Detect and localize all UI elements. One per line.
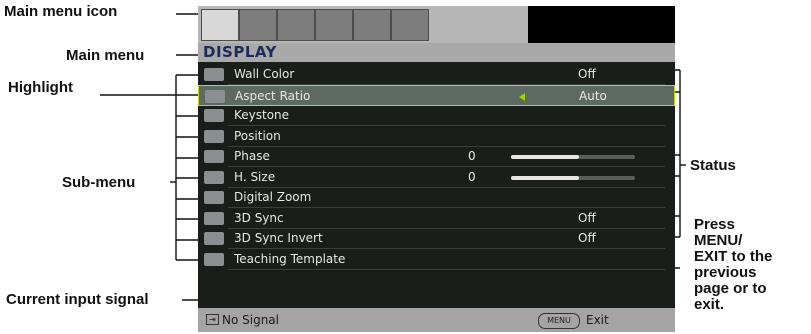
- menu-item-label: 3D Sync Invert: [234, 231, 323, 245]
- value-slider[interactable]: [511, 155, 635, 159]
- callout-line: exit.: [694, 296, 725, 313]
- tab-display-icon[interactable]: [201, 9, 239, 41]
- menu-item-label: Aspect Ratio: [235, 88, 311, 103]
- teaching-template-icon: [204, 252, 224, 266]
- callout-line: Press: [694, 216, 735, 233]
- menu-item-value: Auto: [579, 88, 607, 103]
- menu-item-label: Teaching Template: [234, 251, 346, 266]
- menu-item-teaching-template[interactable]: Teaching Template: [198, 249, 675, 270]
- callout-main-menu: Main menu: [66, 47, 145, 64]
- left-arrow-icon[interactable]: [519, 92, 525, 101]
- menu-panel: DISPLAY Wall Color Off Aspect Ratio Auto Key…: [198, 43, 675, 332]
- menu-item-digital-zoom[interactable]: Digital Zoom: [198, 187, 675, 208]
- menu-item-label: Phase: [234, 149, 270, 163]
- menu-item-label: Keystone: [234, 108, 290, 122]
- main-menu-tabs: [198, 6, 528, 43]
- phase-icon: [204, 150, 224, 163]
- status-bar: ⇥ No Signal MENU Exit: [198, 308, 675, 332]
- aspect-ratio-icon: [205, 89, 225, 103]
- menu-item-keystone[interactable]: Keystone: [198, 105, 675, 126]
- osd-menu: DISPLAY Wall Color Off Aspect Ratio Auto Key…: [198, 6, 675, 332]
- callout-line: MENU/: [694, 232, 743, 249]
- menu-item-phase[interactable]: Phase 0: [198, 146, 675, 167]
- callout-line: page or to: [694, 280, 767, 297]
- callout-sub-menu: Sub-menu: [62, 174, 136, 191]
- menu-item-value: Off: [578, 67, 596, 81]
- menu-item-number: 0: [468, 169, 476, 184]
- input-signal-icon: ⇥: [206, 314, 219, 325]
- menu-item-number: 0: [468, 149, 476, 163]
- wall-color-icon: [204, 68, 224, 81]
- value-slider[interactable]: [511, 175, 635, 180]
- tab-system-basic-icon[interactable]: [315, 9, 353, 41]
- callout-line: EXIT to the: [694, 248, 773, 265]
- callout-status: Status: [690, 157, 736, 174]
- h-size-icon: [204, 170, 224, 184]
- slider-fill: [511, 175, 580, 180]
- menu-item-label: Position: [234, 128, 281, 143]
- tab-source-icon[interactable]: [277, 9, 315, 41]
- callout-main-menu-icon: Main menu icon: [4, 3, 118, 20]
- menu-item-label: Digital Zoom: [234, 190, 312, 204]
- position-icon: [204, 129, 224, 143]
- menu-item-3d-sync[interactable]: 3D Sync Off: [198, 208, 675, 229]
- tab-information-icon[interactable]: [391, 9, 429, 41]
- menu-item-label: Wall Color: [234, 67, 295, 81]
- 3d-sync-invert-icon: [204, 232, 224, 245]
- tab-picture-icon[interactable]: [239, 9, 277, 41]
- row-divider: [228, 268, 665, 270]
- callout-current-input-signal: Current input signal: [6, 291, 149, 308]
- exit-label: Exit: [586, 313, 609, 327]
- menu-item-3d-sync-invert[interactable]: 3D Sync Invert Off: [198, 228, 675, 249]
- callout-line: previous: [694, 264, 757, 281]
- callout-press-menu-exit: Press MENU/ EXIT to the previous page or…: [694, 217, 772, 313]
- digital-zoom-icon: [204, 191, 224, 204]
- menu-item-h-size[interactable]: H. Size 0: [198, 167, 675, 188]
- 3d-sync-icon: [204, 211, 224, 225]
- menu-key[interactable]: MENU: [538, 313, 580, 329]
- slider-fill: [511, 155, 580, 159]
- menu-item-label: 3D Sync: [234, 210, 284, 225]
- tab-system-advanced-icon[interactable]: [353, 9, 391, 41]
- menu-item-label: H. Size: [234, 169, 276, 184]
- menu-title: DISPLAY: [198, 43, 675, 62]
- signal-status: No Signal: [222, 313, 279, 327]
- menu-item-position[interactable]: Position: [198, 126, 675, 147]
- menu-item-value: Off: [578, 210, 596, 225]
- menu-item-value: Off: [578, 231, 596, 245]
- keystone-icon: [204, 109, 224, 122]
- callout-highlight: Highlight: [8, 79, 73, 96]
- tabs-background: [528, 6, 675, 43]
- menu-item-wall-color[interactable]: Wall Color Off: [198, 64, 675, 85]
- menu-item-aspect-ratio[interactable]: Aspect Ratio Auto: [198, 84, 675, 106]
